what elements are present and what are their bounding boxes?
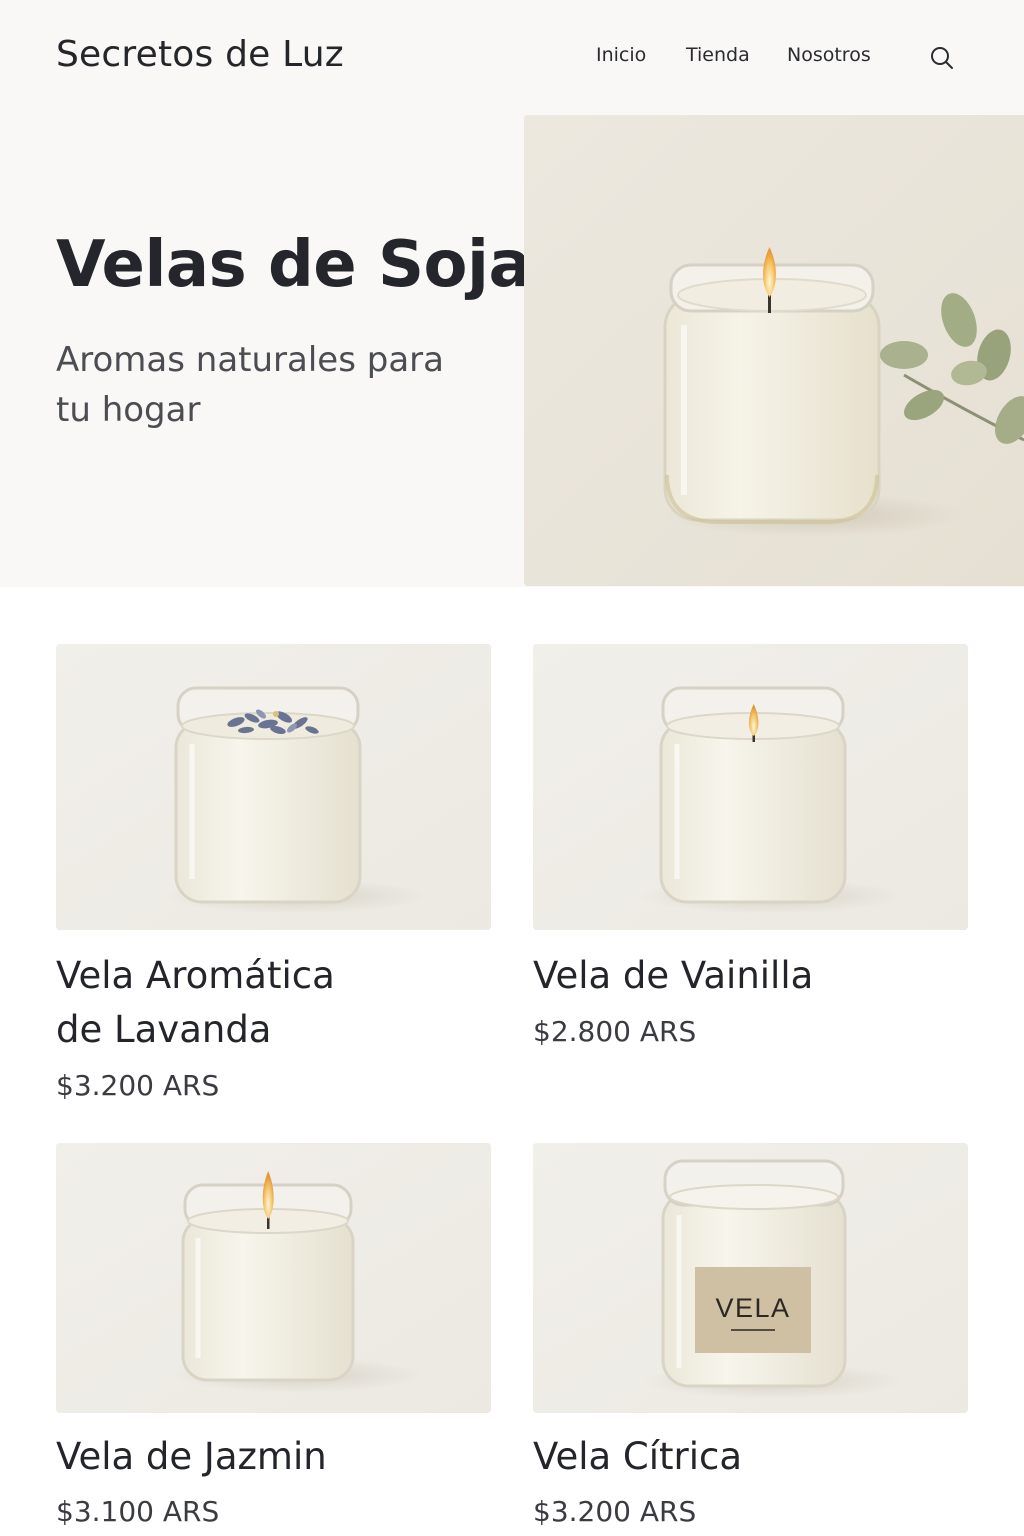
product-name[interactable]: Vela Cítrica [533,1430,963,1484]
hero-title: Velas de Soja [56,228,532,302]
main-nav: Inicio Tienda Nosotros [596,44,887,66]
product-image-jazmin[interactable] [56,1143,491,1413]
product-name[interactable]: Vela de Jazmin [56,1430,486,1484]
nav-link-inicio[interactable]: Inicio [596,44,686,66]
search-icon [931,47,953,69]
product-image-citrica[interactable]: VELA [533,1143,968,1413]
product-price: $3.100 ARS [56,1495,220,1528]
brand-logo[interactable]: Secretos de Luz [56,34,344,75]
product-price: $2.800 ARS [533,1015,697,1048]
product-name[interactable]: Vela Aromática de Lavanda [56,949,356,1057]
candle-illustration [524,115,1024,586]
product-price: $3.200 ARS [533,1495,697,1528]
product-price: $3.200 ARS [56,1069,220,1102]
product-name[interactable]: Vela de Vainilla [533,949,963,1003]
candle-illustration [56,644,491,930]
candle-illustration [533,644,968,930]
product-image-vainilla[interactable] [533,644,968,930]
nav-link-nosotros[interactable]: Nosotros [787,44,887,66]
nav-link-tienda[interactable]: Tienda [686,44,787,66]
search-button[interactable] [928,44,956,72]
candle-illustration: VELA [533,1143,968,1413]
vela-label-text: VELA [715,1293,790,1323]
hero-candle-image [524,115,1024,586]
product-image-lavanda[interactable] [56,644,491,930]
candle-illustration [56,1143,491,1413]
hero-subtitle: Aromas naturales para tu hogar [56,340,444,430]
site-header: Secretos de Luz Inicio Tienda Nosotros [0,0,1024,115]
hero-section: Velas de Soja Aromas naturales para tu h… [0,115,1024,587]
